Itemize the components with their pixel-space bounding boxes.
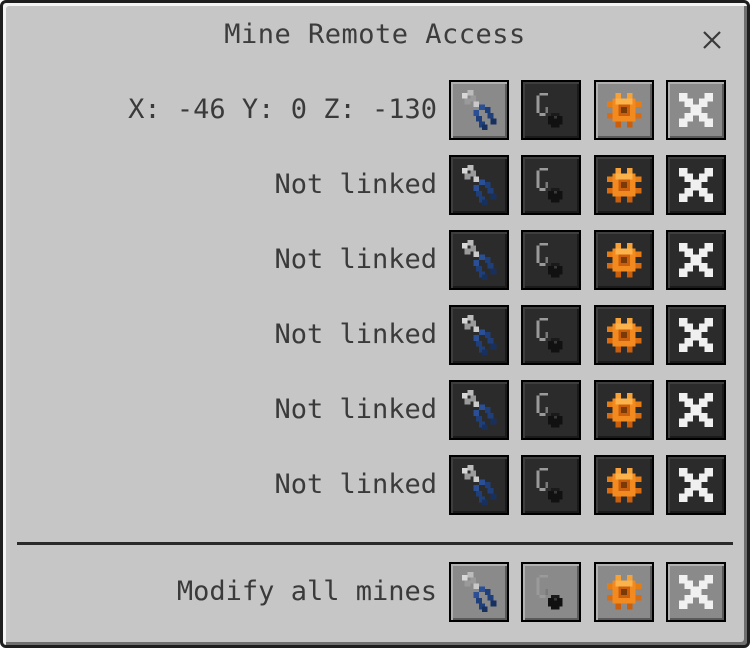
gear-icon bbox=[606, 392, 642, 428]
mine-location-label: Not linked bbox=[274, 244, 437, 275]
pickaxe-ore-icon bbox=[536, 242, 563, 278]
pliers-icon bbox=[461, 239, 497, 281]
mine-toggle-button[interactable] bbox=[521, 455, 581, 515]
mine-location-label: Not linked bbox=[274, 469, 437, 500]
remove-x-icon bbox=[678, 92, 714, 128]
window-title: Mine Remote Access bbox=[224, 19, 526, 50]
pliers-icon bbox=[461, 89, 497, 131]
pickaxe-ore-icon bbox=[536, 467, 563, 503]
divider bbox=[17, 542, 733, 545]
modify-all-row: Modify all mines bbox=[3, 562, 750, 622]
mine-row: Not linked bbox=[3, 305, 750, 365]
modify-all-label: Modify all mines bbox=[176, 576, 437, 607]
mine-location-label: Not linked bbox=[274, 319, 437, 350]
mine-remove-button[interactable] bbox=[666, 455, 726, 515]
remove-x-icon bbox=[678, 167, 714, 203]
mine-remove-button[interactable] bbox=[666, 155, 726, 215]
mine-upgrade-button[interactable] bbox=[594, 155, 654, 215]
modify-all-settings-button[interactable] bbox=[449, 562, 509, 622]
gear-icon bbox=[606, 92, 642, 128]
modify-all-remove-button[interactable] bbox=[666, 562, 726, 622]
mine-remove-button[interactable] bbox=[666, 230, 726, 290]
pickaxe-ore-icon bbox=[536, 317, 563, 353]
remove-x-icon bbox=[678, 242, 714, 278]
mine-remove-button[interactable] bbox=[666, 305, 726, 365]
mine-remove-button[interactable] bbox=[666, 380, 726, 440]
mine-remove-button[interactable] bbox=[666, 80, 726, 140]
mine-settings-button[interactable] bbox=[449, 455, 509, 515]
pliers-icon bbox=[461, 389, 497, 431]
close-icon bbox=[703, 31, 721, 49]
mine-location-label: X: -46 Y: 0 Z: -130 bbox=[128, 94, 437, 125]
gear-icon bbox=[606, 467, 642, 503]
pliers-icon bbox=[461, 464, 497, 506]
pliers-icon bbox=[461, 164, 497, 206]
mine-row: Not linked bbox=[3, 455, 750, 515]
mine-toggle-button[interactable] bbox=[521, 230, 581, 290]
gear-icon bbox=[606, 167, 642, 203]
mine-row: X: -46 Y: 0 Z: -130 bbox=[3, 80, 750, 140]
mine-upgrade-button[interactable] bbox=[594, 230, 654, 290]
mine-toggle-button[interactable] bbox=[521, 155, 581, 215]
pliers-icon bbox=[461, 314, 497, 356]
pliers-icon bbox=[461, 571, 497, 613]
remove-x-icon bbox=[678, 317, 714, 353]
close-button[interactable] bbox=[697, 25, 727, 55]
remove-x-icon bbox=[678, 392, 714, 428]
remove-x-icon bbox=[678, 467, 714, 503]
pickaxe-ore-icon bbox=[536, 92, 563, 128]
mine-upgrade-button[interactable] bbox=[594, 80, 654, 140]
mine-settings-button[interactable] bbox=[449, 80, 509, 140]
mine-upgrade-button[interactable] bbox=[594, 305, 654, 365]
pickaxe-ore-icon bbox=[536, 167, 563, 203]
pickaxe-ore-icon bbox=[536, 574, 563, 610]
mine-settings-button[interactable] bbox=[449, 305, 509, 365]
pickaxe-ore-icon bbox=[536, 392, 563, 428]
mine-remote-access-window: Mine Remote Access X: -46 Y: 0 Z: -130 N… bbox=[0, 0, 750, 648]
remove-x-icon bbox=[678, 574, 714, 610]
mine-settings-button[interactable] bbox=[449, 380, 509, 440]
gear-icon bbox=[606, 242, 642, 278]
mine-settings-button[interactable] bbox=[449, 155, 509, 215]
mine-upgrade-button[interactable] bbox=[594, 455, 654, 515]
gear-icon bbox=[606, 574, 642, 610]
mine-upgrade-button[interactable] bbox=[594, 380, 654, 440]
mine-row: Not linked bbox=[3, 230, 750, 290]
mine-location-label: Not linked bbox=[274, 394, 437, 425]
mine-toggle-button[interactable] bbox=[521, 305, 581, 365]
modify-all-toggle-button[interactable] bbox=[521, 562, 581, 622]
mine-settings-button[interactable] bbox=[449, 230, 509, 290]
mine-location-label: Not linked bbox=[274, 169, 437, 200]
gear-icon bbox=[606, 317, 642, 353]
mine-row: Not linked bbox=[3, 380, 750, 440]
mine-row: Not linked bbox=[3, 155, 750, 215]
modify-all-upgrade-button[interactable] bbox=[594, 562, 654, 622]
mine-toggle-button[interactable] bbox=[521, 80, 581, 140]
mine-toggle-button[interactable] bbox=[521, 380, 581, 440]
